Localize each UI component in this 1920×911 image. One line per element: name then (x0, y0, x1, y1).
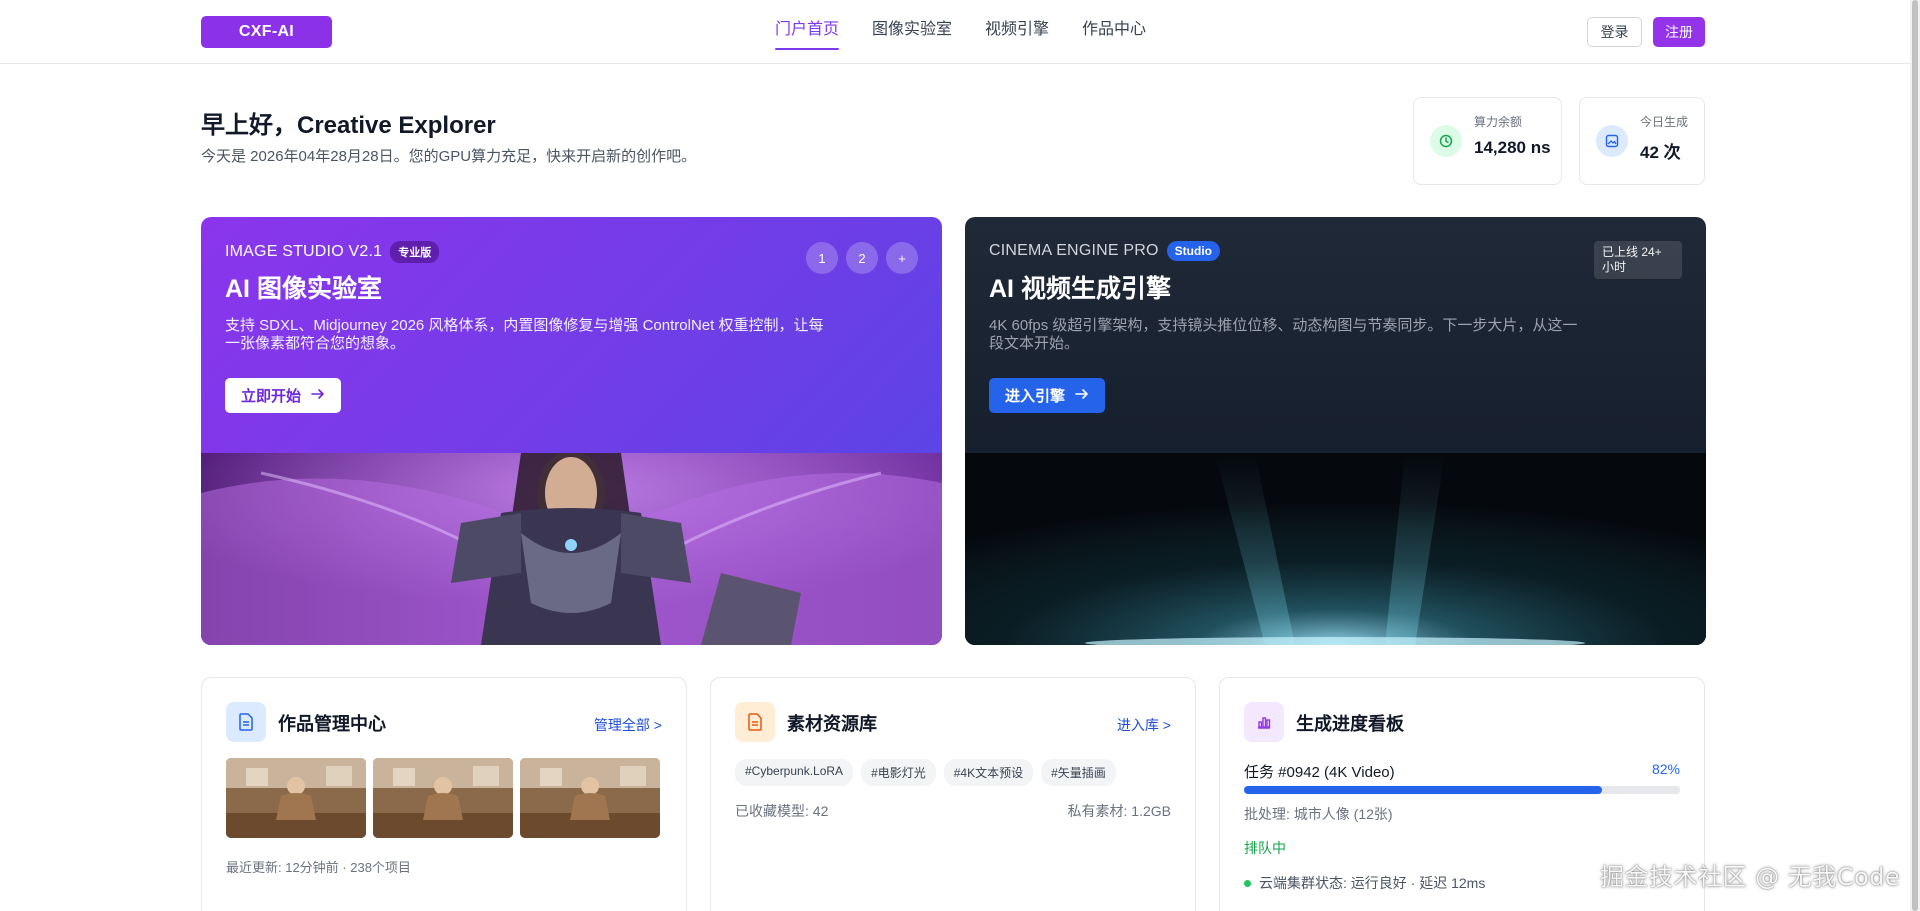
library-title: 素材资源库 (787, 714, 877, 734)
register-button[interactable]: 注册 (1653, 17, 1705, 47)
enter-library-link[interactable]: 进入库 > (1117, 715, 1171, 735)
manage-all-link[interactable]: 管理全部 > (594, 715, 662, 735)
login-button[interactable]: 登录 (1587, 17, 1642, 47)
studio-badge: Studio (1166, 241, 1220, 261)
watermark: 掘金技术社区 @ 无我Code (1600, 863, 1901, 891)
batch-info: 批处理: 城市人像 (12张) (1244, 806, 1393, 822)
works-management-card: 作品管理中心 管理全部 > 最近更新: 12分钟前 · 238个项目 (201, 677, 687, 911)
nav-image-lab[interactable]: 图像实验室 (872, 0, 952, 64)
progress-title: 生成进度看板 (1296, 714, 1404, 734)
stat-label: 今日生成 (1640, 115, 1689, 129)
work-thumbnail[interactable] (226, 758, 366, 838)
asset-library-card: 素材资源库 进入库 > #Cyberpunk.LoRA #电影灯光 #4K文本预… (710, 677, 1196, 911)
work-thumbnail[interactable] (520, 758, 660, 838)
bar-chart-icon (1244, 702, 1284, 742)
cinema-engine-description: 4K 60fps 级超引擎架构，支持镜头推位位移、动态构图与节奏同步。下一步大片… (989, 317, 1578, 352)
image-studio-tag-row: IMAGE STUDIO V2.1 专业版 (225, 241, 440, 263)
recent-works-thumbnails (226, 758, 660, 838)
work-thumbnail[interactable] (373, 758, 513, 838)
scrollbar-thumb[interactable] (1912, 0, 1918, 911)
status-dot-icon (1244, 879, 1251, 887)
greeting-title: 早上好，Creative Explorer (201, 112, 496, 139)
queue-status: 排队中 (1244, 840, 1286, 856)
image-studio-description: 支持 SDXL、Midjourney 2026 风格体系，内置图像修复与增强 C… (225, 317, 824, 352)
library-tags: #Cyberpunk.LoRA #电影灯光 #4K文本预设 #矢量插画 (735, 759, 1116, 786)
task-percent: 82% (1651, 761, 1680, 777)
task-name: 任务 #0942 (4K Video) (1244, 764, 1395, 781)
pager-2-button[interactable]: 2 (846, 242, 878, 274)
image-studio-card[interactable]: IMAGE STUDIO V2.1 专业版 1 2 + AI 图像实验室 支持 … (201, 217, 942, 645)
private-assets-size: 私有素材: 1.2GB (1067, 803, 1171, 819)
top-navbar: CXF-AI 门户首页 图像实验室 视频引擎 作品中心 登录 注册 (0, 0, 1910, 64)
works-meta: 最近更新: 12分钟前 · 238个项目 (226, 860, 411, 875)
nav-video-engine[interactable]: 视频引擎 (985, 0, 1049, 64)
start-now-label: 立即开始 (241, 388, 302, 405)
start-now-button[interactable]: 立即开始 (225, 378, 342, 413)
stat-label: 算力余额 (1474, 115, 1523, 129)
enter-engine-button[interactable]: 进入引擎 (989, 378, 1106, 413)
image-studio-eyebrow: IMAGE STUDIO V2.1 (225, 243, 383, 260)
cinema-engine-card[interactable]: CINEMA ENGINE PRO Studio 已上线 24+ 小时 AI 视… (965, 217, 1706, 645)
image-icon (1596, 125, 1628, 157)
document-icon (226, 702, 266, 742)
nav-works-center[interactable]: 作品中心 (1082, 0, 1146, 64)
arrow-right-icon (311, 387, 325, 404)
nav-home[interactable]: 门户首页 (775, 0, 840, 64)
page-scrollbar[interactable] (1910, 0, 1920, 911)
cinema-engine-eyebrow: CINEMA ENGINE PRO (989, 242, 1159, 259)
file-icon (735, 702, 775, 742)
tag-chip[interactable]: #矢量插画 (1041, 759, 1116, 786)
hero-pager: 1 2 + (806, 242, 918, 274)
cinema-engine-title: AI 视频生成引擎 (989, 275, 1171, 303)
tag-chip[interactable]: #Cyberpunk.LoRA (735, 759, 854, 786)
cinema-engine-tag-row: CINEMA ENGINE PRO Studio (989, 241, 1220, 261)
pro-badge: 专业版 (390, 241, 440, 263)
tag-chip[interactable]: #电影灯光 (861, 759, 936, 786)
saved-models-count: 已收藏模型: 42 (735, 803, 829, 819)
task-progress-bar (1244, 786, 1680, 794)
image-studio-title: AI 图像实验室 (225, 275, 382, 303)
stat-value: 14,280 ns (1474, 138, 1551, 157)
enter-engine-label: 进入引擎 (1005, 388, 1066, 405)
tag-chip[interactable]: #4K文本预设 (943, 759, 1034, 786)
online-duration-badge: 已上线 24+ 小时 (1594, 241, 1682, 279)
brand-logo[interactable]: CXF-AI (201, 16, 332, 48)
arrow-right-icon (1075, 387, 1089, 404)
main-nav: 门户首页 图像实验室 视频引擎 作品中心 (775, 0, 1146, 64)
clock-icon (1430, 125, 1462, 157)
stat-compute-balance: 算力余额 14,280 ns (1413, 97, 1562, 185)
stat-today-generated: 今日生成 42 次 (1579, 97, 1705, 185)
works-title: 作品管理中心 (278, 714, 386, 734)
pager-1-button[interactable]: 1 (806, 242, 838, 274)
task-progress-fill (1244, 786, 1602, 794)
cluster-status-text: 云端集群状态: 运行良好 · 延迟 12ms (1259, 875, 1486, 891)
cinema-glow-image (965, 453, 1706, 645)
angel-warrior-image (201, 453, 942, 645)
pager-add-button[interactable]: + (886, 242, 918, 274)
cluster-status: 云端集群状态: 运行良好 · 延迟 12ms (1244, 873, 1485, 893)
stat-value: 42 次 (1640, 143, 1681, 162)
greeting-subtitle: 今天是 2026年04年28月28日。您的GPU算力充足，快来开启新的创作吧。 (201, 148, 697, 165)
